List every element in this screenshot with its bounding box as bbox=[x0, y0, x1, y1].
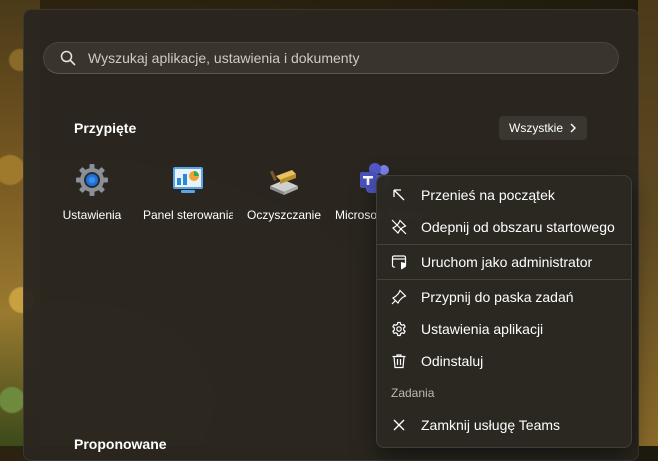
app-label: Ustawienia bbox=[62, 208, 122, 222]
menu-separator bbox=[377, 244, 631, 245]
menu-separator bbox=[377, 279, 631, 280]
pinned-app-control-panel[interactable]: Panel sterowania bbox=[143, 162, 233, 222]
all-apps-label: Wszystkie bbox=[509, 121, 563, 135]
menu-item-run-as-admin[interactable]: Uruchom jako administrator bbox=[381, 247, 627, 277]
close-icon bbox=[393, 419, 405, 431]
unpin-icon bbox=[391, 219, 407, 235]
search-input[interactable] bbox=[86, 49, 618, 67]
settings-gear-icon bbox=[76, 164, 108, 196]
search-icon bbox=[60, 50, 76, 66]
pin-icon bbox=[391, 289, 407, 305]
menu-item-move-to-top[interactable]: Przenieś na początek bbox=[381, 180, 627, 210]
disk-cleanup-icon bbox=[269, 170, 298, 195]
menu-item-label: Ustawienia aplikacji bbox=[421, 321, 544, 337]
menu-item-label: Przypnij do paska zadań bbox=[421, 289, 574, 305]
tasks-heading: Zadania bbox=[391, 386, 435, 400]
context-menu: Przenieś na początek Odepnij od obszaru … bbox=[376, 175, 632, 448]
menu-item-app-settings[interactable]: Ustawienia aplikacji bbox=[381, 314, 627, 344]
menu-item-pin-taskbar[interactable]: Przypnij do paska zadań bbox=[381, 282, 627, 312]
arrow-up-left-icon bbox=[393, 189, 405, 201]
shield-window-icon bbox=[391, 255, 407, 270]
menu-item-uninstall[interactable]: Odinstaluj bbox=[381, 346, 627, 376]
menu-item-label: Odinstaluj bbox=[421, 353, 484, 369]
chevron-right-icon bbox=[570, 123, 576, 133]
trash-icon bbox=[392, 354, 406, 369]
app-label: Panel sterowania bbox=[143, 208, 233, 222]
wallpaper-right bbox=[638, 0, 658, 446]
app-label: Oczyszczanie bbox=[246, 208, 322, 222]
pinned-app-disk-cleanup[interactable]: Oczyszczanie bbox=[239, 162, 329, 222]
recommended-title: Proponowane bbox=[74, 436, 167, 452]
menu-item-label: Odepnij od obszaru startowego bbox=[421, 219, 615, 235]
menu-item-label: Zamknij usługę Teams bbox=[421, 417, 561, 433]
control-panel-icon bbox=[173, 167, 203, 193]
menu-item-close-teams[interactable]: Zamknij usługę Teams bbox=[381, 410, 627, 440]
menu-item-label: Uruchom jako administrator bbox=[421, 254, 593, 270]
pinned-app-settings[interactable]: Ustawienia bbox=[47, 162, 137, 222]
pinned-title: Przypięte bbox=[74, 120, 137, 136]
gear-icon bbox=[392, 321, 406, 337]
menu-item-label: Przenieś na początek bbox=[421, 187, 555, 203]
all-apps-button[interactable]: Wszystkie bbox=[499, 116, 587, 140]
menu-item-unpin-start[interactable]: Odepnij od obszaru startowego bbox=[381, 212, 627, 242]
search-box[interactable] bbox=[43, 42, 619, 74]
